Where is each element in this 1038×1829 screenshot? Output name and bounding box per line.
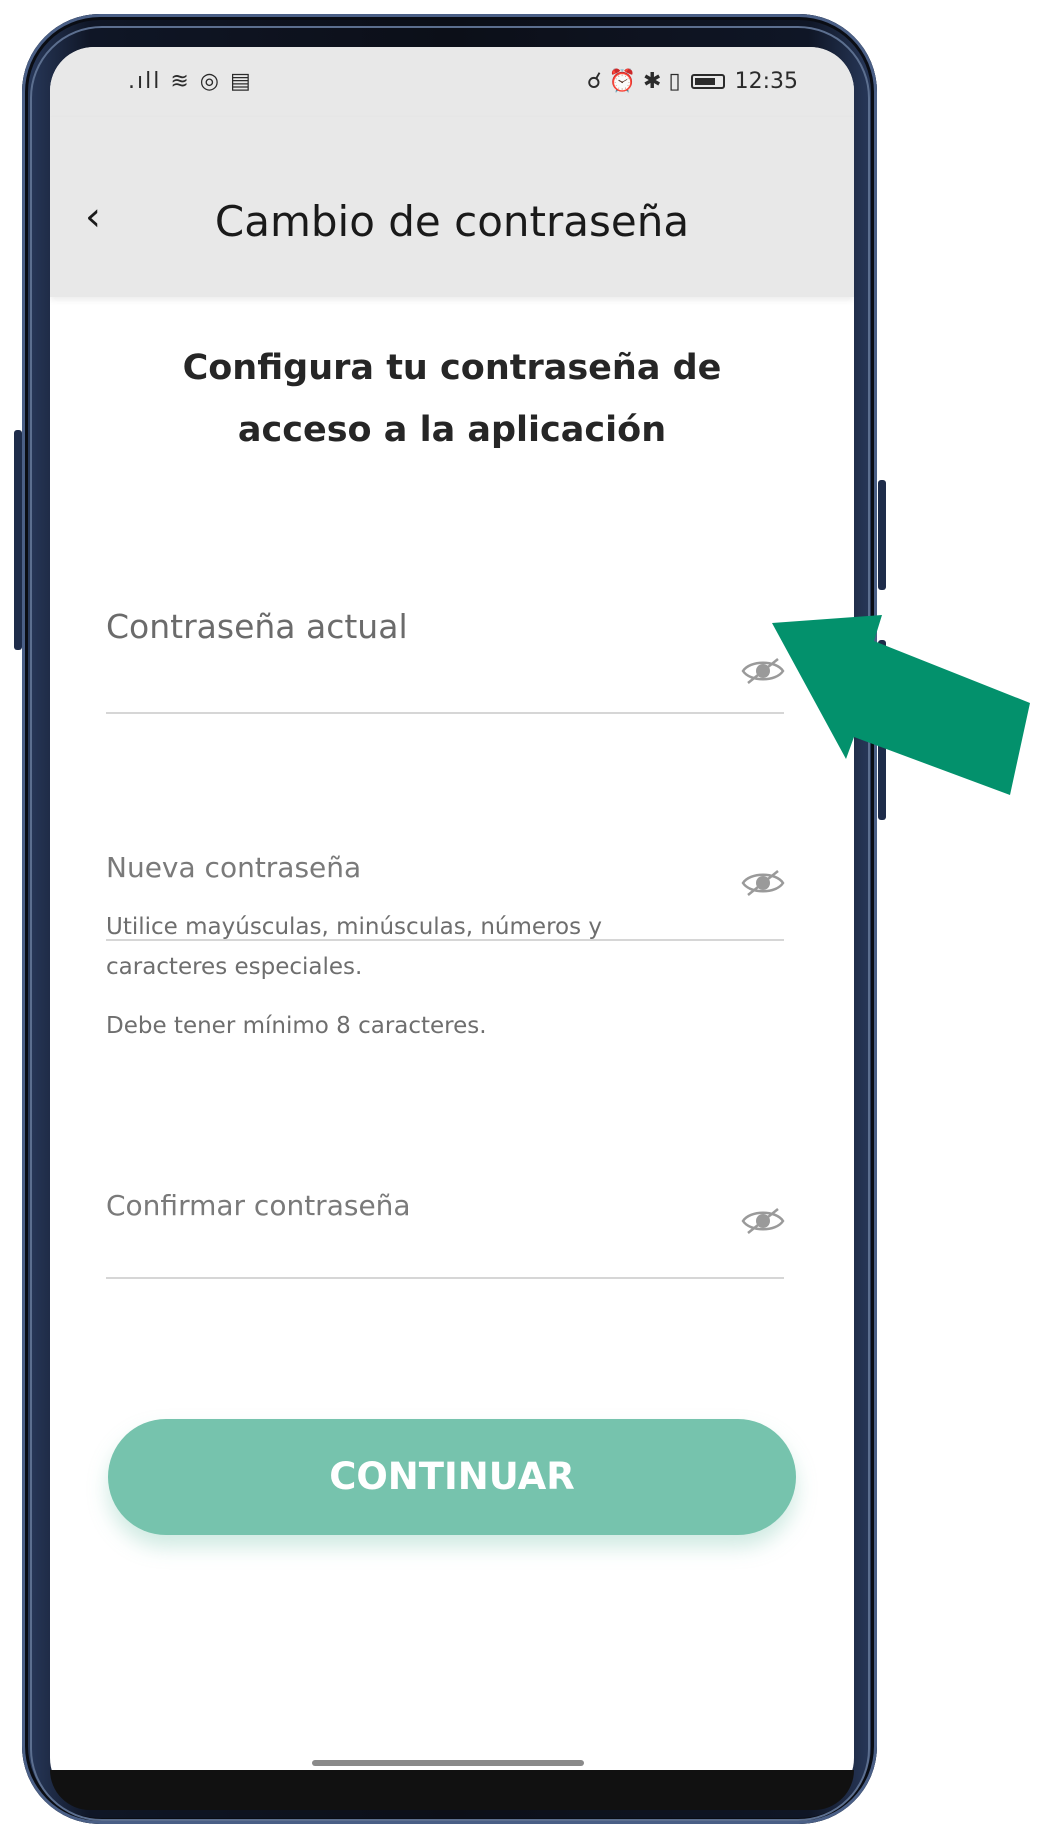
battery-icon	[690, 74, 725, 89]
screen: .ıll ≋ ◎ ▤ ☌ ⏰ ✱ ▯ 12:35 ‹ Cambio de con…	[50, 47, 854, 1802]
current-password-label: Contraseña actual	[106, 607, 408, 646]
eye-slash-icon[interactable]	[740, 1205, 786, 1237]
new-password-label: Nueva contraseña	[106, 851, 362, 884]
app-title: Cambio de contraseña	[214, 197, 690, 246]
annotation-arrow-icon	[772, 615, 1030, 795]
phone-side-button	[878, 480, 886, 590]
app-bar: ‹ Cambio de contraseña	[50, 117, 854, 297]
continue-button[interactable]: CONTINUAR	[108, 1419, 796, 1535]
status-time: 12:35	[734, 69, 798, 94]
phone-side-button	[14, 430, 22, 650]
phone-chin	[50, 1770, 854, 1810]
current-password-field[interactable]: Contraseña actual	[106, 557, 785, 714]
heading-line-1: Configura tu contraseña de	[182, 348, 722, 388]
hint-min-length: Debe tener mínimo 8 caracteres.	[106, 1013, 487, 1039]
page-heading: Configura tu contraseña de acceso a la a…	[50, 337, 854, 461]
status-bar: .ıll ≋ ◎ ▤ ☌ ⏰ ✱ ▯ 12:35	[50, 47, 854, 117]
heading-line-2: acceso a la aplicación	[237, 410, 667, 450]
hint-line-2: caracteres especiales.	[106, 954, 363, 980]
password-hint: Utilice mayúsculas, minúsculas, números …	[106, 907, 806, 1039]
confirm-password-label: Confirmar contraseña	[106, 1189, 411, 1222]
system-icons: ☌ ⏰ ✱ ▯	[586, 69, 681, 94]
hint-line-1: Utilice mayúsculas, minúsculas, números …	[106, 914, 602, 940]
status-right: ☌ ⏰ ✱ ▯ 12:35	[587, 69, 798, 94]
eye-slash-icon[interactable]	[740, 867, 786, 899]
signal-wifi-icons: .ıll ≋ ◎ ▤	[128, 69, 253, 94]
home-indicator[interactable]	[312, 1760, 584, 1766]
confirm-password-field[interactable]: Confirmar contraseña	[106, 1125, 786, 1279]
